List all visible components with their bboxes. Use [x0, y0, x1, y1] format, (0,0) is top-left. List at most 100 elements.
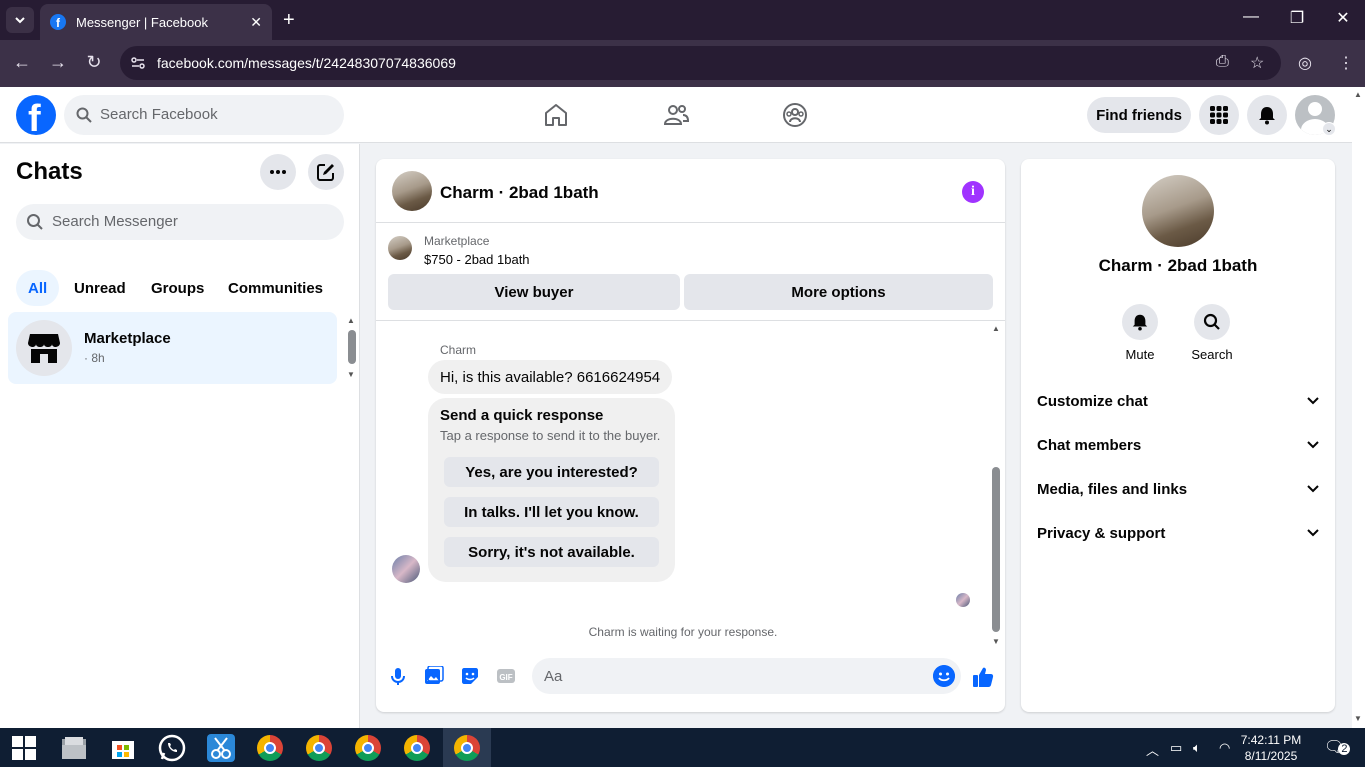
close-tab-icon[interactable]: ✕: [250, 14, 262, 31]
site-settings-icon[interactable]: [130, 55, 146, 71]
clock-time: 7:42:11 PM: [1240, 733, 1302, 747]
bookmark-star-icon[interactable]: ☆: [1250, 53, 1264, 73]
find-friends-button[interactable]: Find friends: [1087, 97, 1191, 133]
notifications-button[interactable]: [1247, 95, 1287, 135]
more-options-button[interactable]: More options: [684, 274, 993, 310]
search-label: Search: [1191, 347, 1233, 362]
message-bubble[interactable]: Hi, is this available? 6616624954: [428, 360, 673, 394]
scroll-up-arrow-icon[interactable]: ▲: [1354, 90, 1362, 99]
quick-response-unavailable-button[interactable]: Sorry, it's not available.: [444, 537, 659, 567]
search-conversation-button[interactable]: Search: [1182, 304, 1242, 362]
chrome-active-icon[interactable]: [451, 732, 483, 764]
chevron-down-icon[interactable]: ⌄: [1322, 122, 1336, 136]
media-files-links-section[interactable]: Media, files and links: [1037, 477, 1319, 501]
search-placeholder: Search Messenger: [52, 213, 178, 230]
microsoft-store-icon[interactable]: [107, 732, 139, 764]
groups-icon[interactable]: [781, 101, 809, 129]
message-list: Charm Hi, is this available? 6616624954 …: [376, 322, 1005, 652]
scrollbar-thumb[interactable]: [348, 330, 356, 364]
emoji-icon[interactable]: [933, 665, 955, 687]
chats-title: Chats: [16, 158, 83, 185]
more-dots-icon: [270, 170, 286, 174]
home-icon[interactable]: [542, 101, 570, 129]
scroll-down-arrow-icon[interactable]: ▼: [347, 370, 355, 379]
messenger-search-input[interactable]: Search Messenger: [16, 204, 344, 240]
address-bar[interactable]: facebook.com/messages/t/2424830707483606…: [120, 46, 1281, 80]
facebook-search-input[interactable]: Search Facebook: [64, 95, 344, 135]
whatsapp-icon[interactable]: [156, 732, 188, 764]
quick-response-title: Send a quick response: [440, 407, 604, 424]
clock-date: 8/11/2025: [1244, 749, 1298, 763]
minimize-icon[interactable]: —: [1236, 8, 1266, 26]
snipping-tool-icon[interactable]: [205, 732, 237, 764]
svg-text:GIF: GIF: [499, 673, 512, 682]
quick-response-yes-button[interactable]: Yes, are you interested?: [444, 457, 659, 487]
restore-icon[interactable]: ❐: [1282, 8, 1312, 28]
install-app-icon[interactable]: ⎙: [1216, 53, 1229, 71]
filter-all[interactable]: All: [16, 270, 60, 306]
gif-icon[interactable]: GIF: [496, 666, 516, 686]
scroll-up-arrow-icon[interactable]: ▲: [347, 316, 355, 325]
chrome-profile-4-icon[interactable]: [401, 732, 433, 764]
microphone-icon[interactable]: [388, 666, 408, 686]
marketplace-label: Marketplace: [424, 234, 490, 248]
scrollbar-thumb[interactable]: [992, 467, 1000, 632]
info-avatar[interactable]: [1142, 175, 1214, 247]
conversation-title[interactable]: Charm · 2bad 1bath: [440, 183, 599, 203]
page-scrollbar[interactable]: ▲ ▼: [1352, 87, 1365, 728]
close-window-icon[interactable]: ✕: [1328, 8, 1358, 28]
scroll-down-arrow-icon[interactable]: ▼: [992, 637, 1000, 646]
profile-icon[interactable]: ◎: [1298, 53, 1312, 73]
back-arrow-icon[interactable]: ←: [10, 52, 34, 73]
chat-list-item[interactable]: Marketplace · 8h: [8, 312, 337, 384]
info-icon[interactable]: i: [962, 181, 984, 203]
chat-list-scrollbar[interactable]: ▲ ▼: [346, 316, 356, 380]
scroll-up-arrow-icon[interactable]: ▲: [992, 324, 1000, 333]
tab-search-button[interactable]: [6, 7, 34, 33]
sticker-icon[interactable]: [460, 666, 480, 686]
url-text: facebook.com/messages/t/2424830707483606…: [157, 55, 456, 71]
conversation-scrollbar[interactable]: ▲ ▼: [990, 322, 1002, 652]
scroll-down-arrow-icon[interactable]: ▼: [1354, 714, 1362, 723]
filter-unread[interactable]: Unread: [74, 270, 126, 306]
quick-response-talks-button[interactable]: In talks. I'll let you know.: [444, 497, 659, 527]
windows-start-icon[interactable]: [8, 732, 40, 764]
message-input[interactable]: Aa: [532, 658, 961, 694]
file-explorer-icon[interactable]: [58, 732, 90, 764]
photo-icon[interactable]: [424, 666, 444, 686]
customize-chat-section[interactable]: Customize chat: [1037, 389, 1319, 413]
conversation-avatar[interactable]: [392, 171, 432, 211]
chat-members-section[interactable]: Chat members: [1037, 433, 1319, 457]
filter-groups[interactable]: Groups: [151, 270, 204, 306]
chat-info-panel: Charm · 2bad 1bath Mute Search Customize…: [1021, 159, 1335, 712]
thumbs-up-icon[interactable]: [972, 666, 994, 688]
browser-tab[interactable]: f Messenger | Facebook ✕: [40, 4, 272, 40]
chat-options-button[interactable]: [260, 154, 296, 190]
filter-communities[interactable]: Communities: [228, 270, 323, 306]
notification-center-icon[interactable]: 🗨︎2: [1324, 737, 1351, 757]
view-buyer-button[interactable]: View buyer: [388, 274, 680, 310]
mute-button[interactable]: Mute: [1110, 304, 1170, 362]
forward-arrow-icon[interactable]: →: [46, 52, 70, 73]
new-message-button[interactable]: [308, 154, 344, 190]
show-hidden-icons-chevron-icon[interactable]: ︿: [1146, 740, 1159, 759]
menu-grid-button[interactable]: [1199, 95, 1239, 135]
chrome-profile-3-icon[interactable]: [352, 732, 384, 764]
new-tab-button[interactable]: +: [283, 9, 295, 32]
listing-thumbnail[interactable]: [388, 236, 412, 260]
facebook-logo[interactable]: f: [16, 95, 56, 135]
volume-icon[interactable]: 🔈︎: [1193, 740, 1201, 756]
system-clock[interactable]: 7:42:11 PM 8/11/2025: [1240, 732, 1302, 764]
browser-toolbar: ← → ↻ facebook.com/messages/t/2424830707…: [0, 40, 1365, 87]
section-label: Chat members: [1037, 436, 1142, 454]
chrome-profile-2-icon[interactable]: [303, 732, 335, 764]
battery-icon[interactable]: ▭: [1170, 740, 1182, 756]
network-icon[interactable]: ◠: [1219, 740, 1230, 756]
privacy-support-section[interactable]: Privacy & support: [1037, 521, 1319, 545]
menu-dots-icon[interactable]: ⋮: [1338, 53, 1354, 73]
friends-icon[interactable]: [662, 101, 690, 129]
listing-title[interactable]: $750 - 2bad 1bath: [424, 252, 530, 267]
sender-avatar[interactable]: [392, 555, 420, 583]
reload-icon[interactable]: ↻: [82, 52, 106, 73]
chrome-profile-1-icon[interactable]: [254, 732, 286, 764]
